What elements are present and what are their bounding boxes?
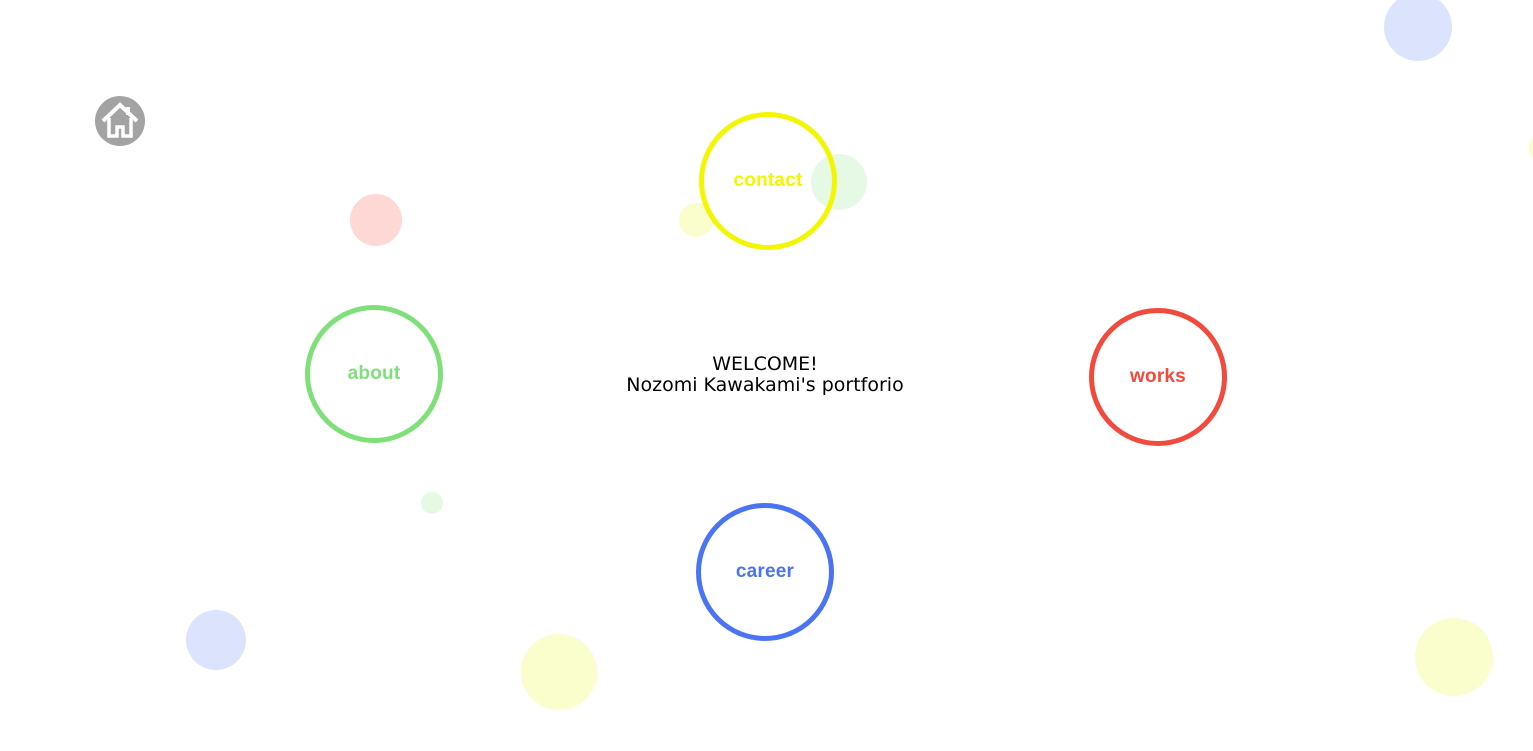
- welcome-heading: WELCOME!: [712, 353, 818, 375]
- decor-bubble-yellow: [1529, 138, 1533, 158]
- page-canvas: contact about works career WELCOME! Nozo…: [0, 0, 1533, 751]
- decor-bubble-blue: [1384, 0, 1452, 61]
- welcome-subtitle: Nozomi Kawakami's portforio: [626, 374, 904, 396]
- decor-bubble-green: [421, 492, 443, 514]
- decor-bubble-yellow: [1415, 618, 1493, 696]
- nav-career-button[interactable]: career: [696, 503, 834, 641]
- decor-bubble-blue: [186, 610, 246, 670]
- nav-works-button[interactable]: works: [1089, 308, 1227, 446]
- home-icon: [101, 102, 139, 138]
- welcome-message: WELCOME! Nozomi Kawakami's portforio: [565, 354, 965, 396]
- decor-bubble-yellow: [521, 634, 597, 710]
- nav-works-label: works: [1130, 366, 1186, 387]
- nav-about-button[interactable]: about: [305, 305, 443, 443]
- nav-contact-label: contact: [733, 170, 803, 191]
- nav-contact-button[interactable]: contact: [699, 112, 837, 250]
- decor-bubble-pink: [350, 194, 402, 246]
- nav-career-label: career: [735, 561, 795, 582]
- nav-about-label: about: [347, 363, 401, 384]
- home-button[interactable]: [95, 96, 145, 146]
